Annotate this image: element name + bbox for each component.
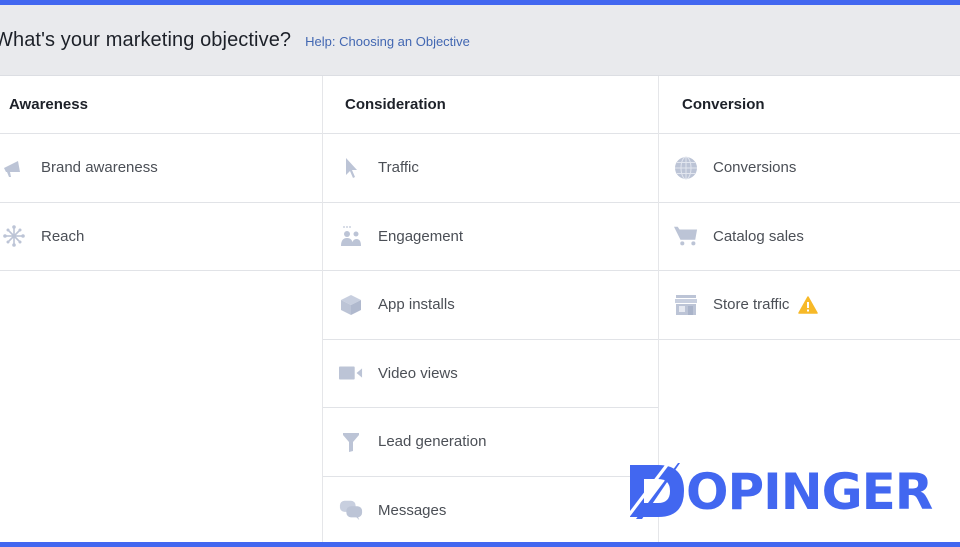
objective-catalog-sales[interactable]: Catalog sales <box>659 203 960 271</box>
objective-store-traffic[interactable]: Store traffic <box>659 271 960 340</box>
objective-label: Store traffic <box>713 296 790 314</box>
objective-label: Catalog sales <box>713 227 804 245</box>
objective-traffic[interactable]: Traffic <box>323 134 658 203</box>
dopinger-logo-text: OPINGER <box>686 463 933 521</box>
objective-label: Lead generation <box>378 433 487 451</box>
column-awareness: Awareness Brand awareness Reach <box>0 76 322 542</box>
bottom-border <box>0 542 960 547</box>
people-icon <box>339 225 363 247</box>
objective-engagement[interactable]: Engagement <box>323 203 658 271</box>
objective-label: Reach <box>41 227 85 245</box>
funnel-icon <box>339 431 363 453</box>
dopinger-watermark: OPINGER <box>628 460 933 524</box>
objective-brand-awareness[interactable]: Brand awareness <box>0 134 322 203</box>
dopinger-logo-mark <box>628 460 686 524</box>
column-header: Consideration <box>323 76 658 134</box>
column-consideration: Consideration Traffic Engagement App ins… <box>322 76 658 545</box>
objective-label: Video views <box>378 364 458 382</box>
video-camera-icon <box>339 362 363 384</box>
store-icon <box>674 294 698 316</box>
globe-icon <box>674 156 698 180</box>
objective-lead-generation[interactable]: Lead generation <box>323 408 658 477</box>
help-link[interactable]: Help: Choosing an Objective <box>305 34 470 49</box>
box-icon <box>339 294 363 316</box>
warning-icon[interactable] <box>798 296 819 314</box>
page-title: What's your marketing objective? <box>0 28 292 51</box>
objective-messages[interactable]: Messages <box>323 477 658 545</box>
column-header: Conversion <box>659 76 960 134</box>
objective-label: App installs <box>378 296 455 314</box>
objective-reach[interactable]: Reach <box>0 203 322 271</box>
objective-video-views[interactable]: Video views <box>323 340 658 408</box>
reach-icon <box>2 225 26 248</box>
objective-label: Brand awareness <box>41 159 158 177</box>
cart-icon <box>674 225 698 247</box>
objective-label: Traffic <box>378 159 419 177</box>
column-header: Awareness <box>0 76 322 134</box>
objective-label: Conversions <box>713 159 797 177</box>
chat-bubbles-icon <box>339 499 363 521</box>
objective-label: Engagement <box>378 227 464 245</box>
objective-label: Messages <box>378 501 447 519</box>
megaphone-icon <box>2 157 26 179</box>
objective-conversions[interactable]: Conversions <box>659 134 960 203</box>
cursor-icon <box>339 157 363 179</box>
objective-app-installs[interactable]: App installs <box>323 271 658 340</box>
objective-header: What's your marketing objective? Help: C… <box>0 5 960 76</box>
